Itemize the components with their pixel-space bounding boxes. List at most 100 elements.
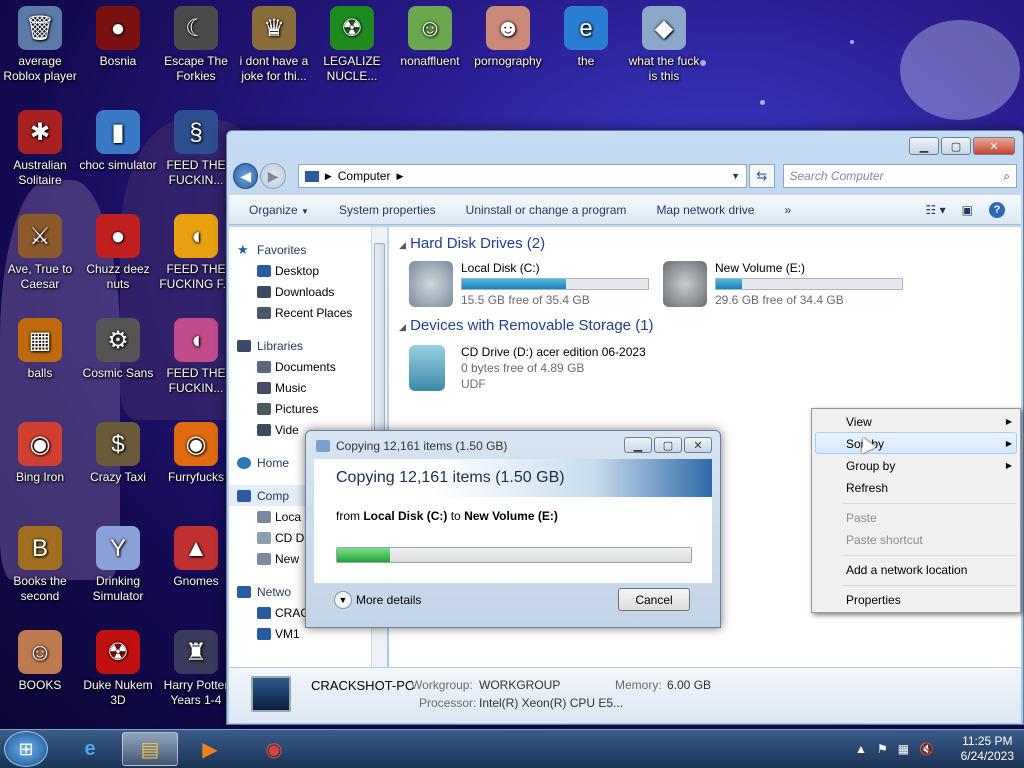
- network-icon[interactable]: ▦: [898, 742, 909, 756]
- menu-item-view[interactable]: View: [846, 415, 872, 429]
- menu-item-refresh[interactable]: Refresh: [846, 481, 888, 495]
- desktop-icon-item[interactable]: ● Bosnia: [78, 6, 158, 69]
- refresh-button[interactable]: ⇆: [749, 164, 775, 188]
- more-commands-button[interactable]: »: [784, 203, 791, 217]
- desktop-icon-item[interactable]: B Books the second: [0, 526, 80, 604]
- forward-button[interactable]: ▶: [260, 163, 286, 189]
- desktop-icon-item[interactable]: ☢ LEGALIZE NUCLE...: [312, 6, 392, 84]
- nav-desktop[interactable]: Desktop: [229, 260, 386, 281]
- nav-favorites[interactable]: ★ Favorites: [229, 239, 386, 260]
- nav-label: Favorites: [257, 242, 307, 257]
- desktop-icon-item[interactable]: $ Crazy Taxi: [78, 422, 158, 485]
- shortcut-icon: ▮: [96, 110, 140, 154]
- address-bar[interactable]: ▶ Computer ▶ ▼: [297, 164, 748, 188]
- desktop-icon-item[interactable]: ▲ Gnomes: [156, 526, 236, 589]
- chrome-icon: ◉: [265, 738, 283, 761]
- minimize-button[interactable]: ▁: [624, 437, 652, 453]
- desktop-icon-item[interactable]: ☺ BOOKS: [0, 630, 80, 693]
- desktop-icon-item[interactable]: ▮ choc simulator: [78, 110, 158, 173]
- desktop-icon-item[interactable]: ♜ Harry Potter Years 1-4: [156, 630, 236, 708]
- nav-recent-places[interactable]: Recent Places: [229, 302, 386, 323]
- desktop-icon-item[interactable]: ● Chuzz deez nuts: [78, 214, 158, 292]
- desktop-icon-item[interactable]: ⚙ Cosmic Sans: [78, 318, 158, 381]
- taskbar-media-player[interactable]: ▶: [182, 732, 238, 766]
- desktop-icon-item[interactable]: ◖ FEED THE FUCKING F...: [156, 214, 236, 292]
- music-icon: [257, 381, 271, 394]
- group-header-removable[interactable]: ◢ Devices with Removable Storage (1): [399, 317, 654, 334]
- memory-value: 6.00 GB: [667, 678, 712, 692]
- desktop-icon-item[interactable]: ☺ nonaffluent: [390, 6, 470, 69]
- help-icon[interactable]: ?: [989, 202, 1005, 218]
- organize-button[interactable]: Organize ▼: [249, 203, 309, 217]
- clock[interactable]: 11:25 PM 6/24/2023: [961, 734, 1014, 764]
- address-dropdown-icon[interactable]: ▼: [731, 171, 740, 181]
- desktop-icon-item[interactable]: ☾ Escape The Forkies: [156, 6, 236, 84]
- source-link[interactable]: Local Disk (C:): [363, 509, 447, 523]
- desktop-icon-item[interactable]: ◆ what the fuck is this: [624, 6, 704, 84]
- drive-free-space: 29.6 GB free of 34.4 GB: [715, 293, 844, 307]
- desktop-icon-item[interactable]: ◉ Furryfucks: [156, 422, 236, 485]
- to-label: to: [450, 509, 461, 523]
- nav-pictures[interactable]: Pictures: [229, 398, 386, 419]
- desktop-icon-item[interactable]: ☻ pornography: [468, 6, 548, 69]
- desktop-icon-item[interactable]: e the: [546, 6, 626, 69]
- change-view-icon[interactable]: ☷ ▾: [926, 203, 946, 217]
- map-network-drive-button[interactable]: Map network drive: [656, 203, 754, 217]
- preview-pane-icon[interactable]: ▣: [962, 203, 973, 217]
- disk-drive-icon: [663, 261, 707, 307]
- drive-e[interactable]: New Volume (E:) 29.6 GB free of 34.4 GB: [663, 261, 903, 309]
- close-button[interactable]: ✕: [684, 437, 712, 453]
- group-label: Hard Disk Drives (2): [410, 235, 546, 252]
- minimize-button[interactable]: ▁: [909, 137, 939, 155]
- destination-link[interactable]: New Volume (E:): [464, 509, 558, 523]
- breadcrumb-computer[interactable]: Computer: [338, 169, 391, 183]
- desktop-icon-item[interactable]: ☢ Duke Nukem 3D: [78, 630, 158, 708]
- drive-c[interactable]: Local Disk (C:) 15.5 GB free of 35.4 GB: [409, 261, 649, 309]
- menu-separator: [842, 555, 1016, 556]
- menu-item-group-by[interactable]: Group by: [846, 459, 895, 473]
- desktop-icon-item[interactable]: § FEED THE FUCKIN...: [156, 110, 236, 188]
- maximize-button[interactable]: ▢: [654, 437, 682, 453]
- desktop-icon-item[interactable]: ♛ i dont have a joke for thi...: [234, 6, 314, 84]
- menu-item-properties[interactable]: Properties: [846, 593, 901, 607]
- system-properties-button[interactable]: System properties: [339, 203, 436, 217]
- desktop-icon-item[interactable]: ▦ balls: [0, 318, 80, 381]
- group-header-hdd[interactable]: ◢ Hard Disk Drives (2): [399, 235, 545, 252]
- desktop-icon-item[interactable]: ◖ FEED THE FUCKIN...: [156, 318, 236, 396]
- shortcut-icon: ☢: [96, 630, 140, 674]
- drive-name: New Volume (E:): [715, 261, 806, 275]
- drive-d[interactable]: CD Drive (D:) acer edition 06-2023 0 byt…: [409, 345, 709, 397]
- close-button[interactable]: ✕: [973, 137, 1015, 155]
- clock-date: 6/24/2023: [960, 749, 1014, 763]
- nav-music[interactable]: Music: [229, 377, 386, 398]
- search-input[interactable]: Search Computer ⌕: [782, 164, 1017, 188]
- nav-documents[interactable]: Documents: [229, 356, 386, 377]
- nav-label: Downloads: [275, 284, 335, 299]
- back-button[interactable]: ◀: [233, 163, 259, 189]
- desktop-icon-item[interactable]: ✱ Australian Solitaire: [0, 110, 80, 188]
- nav-label: Pictures: [275, 401, 319, 416]
- show-hidden-icons-icon[interactable]: ▲: [855, 742, 867, 756]
- desktop-icon-label: Harry Potter Years 1-4: [163, 678, 229, 707]
- menu-item-add-network-location[interactable]: Add a network location: [846, 563, 967, 577]
- nav-libraries[interactable]: Libraries: [229, 335, 386, 356]
- taskbar-chrome[interactable]: ◉: [246, 732, 302, 766]
- shortcut-icon: 🗑: [18, 6, 62, 50]
- start-button[interactable]: ⊞: [4, 731, 48, 767]
- desktop-icon-item[interactable]: ◉ Bing Iron: [0, 422, 80, 485]
- more-details-toggle[interactable]: ▼ More details: [334, 591, 421, 609]
- search-icon[interactable]: ⌕: [1003, 169, 1010, 184]
- volume-icon[interactable]: 🔇: [919, 742, 934, 756]
- desktop-icon-item[interactable]: Y Drinking Simulator: [78, 526, 158, 604]
- uninstall-program-button[interactable]: Uninstall or change a program: [466, 203, 627, 217]
- action-center-icon[interactable]: ⚑: [877, 742, 888, 756]
- desktop-icon-item[interactable]: ⚔ Ave, True to Caesar: [0, 214, 80, 292]
- shortcut-icon: ☾: [174, 6, 218, 50]
- taskbar-explorer[interactable]: ▤: [122, 732, 178, 766]
- nav-downloads[interactable]: Downloads: [229, 281, 386, 302]
- taskbar-internet-explorer[interactable]: e: [62, 732, 118, 766]
- desktop-icon-item[interactable]: 🗑 average Roblox player: [0, 6, 80, 84]
- maximize-button[interactable]: ▢: [941, 137, 971, 155]
- nav-label: Desktop: [275, 263, 320, 278]
- cancel-button[interactable]: Cancel: [618, 588, 690, 611]
